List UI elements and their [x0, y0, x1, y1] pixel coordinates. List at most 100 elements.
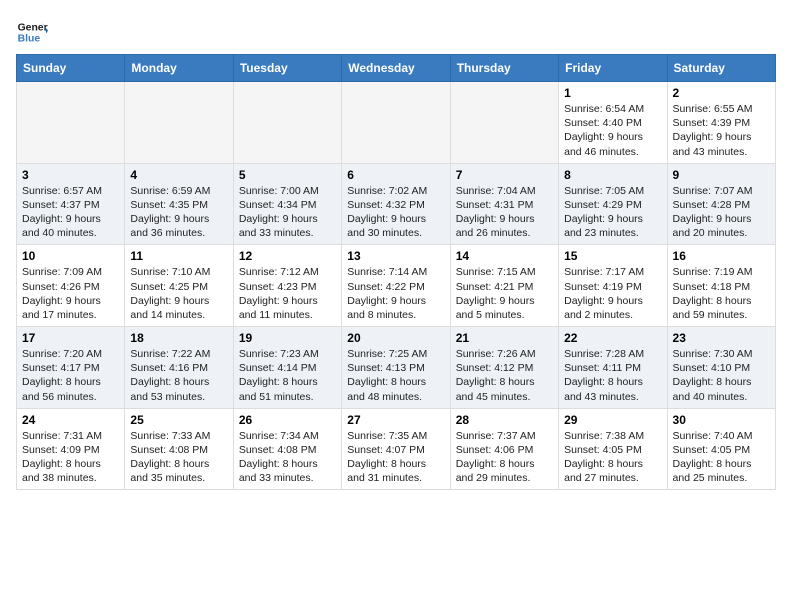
day-number: 1	[564, 86, 661, 100]
day-number: 8	[564, 168, 661, 182]
weekday-header-friday: Friday	[559, 55, 667, 82]
logo: General Blue	[16, 16, 52, 48]
day-info: Sunrise: 7:19 AM Sunset: 4:18 PM Dayligh…	[673, 265, 770, 322]
day-cell: 10 Sunrise: 7:09 AM Sunset: 4:26 PM Dayli…	[17, 245, 125, 327]
day-info: Sunrise: 7:10 AM Sunset: 4:25 PM Dayligh…	[130, 265, 227, 322]
day-number: 19	[239, 331, 336, 345]
day-info: Sunrise: 7:04 AM Sunset: 4:31 PM Dayligh…	[456, 184, 553, 241]
day-cell	[450, 82, 558, 164]
day-cell: 9 Sunrise: 7:07 AM Sunset: 4:28 PM Daylig…	[667, 163, 775, 245]
day-number: 15	[564, 249, 661, 263]
day-number: 3	[22, 168, 119, 182]
day-info: Sunrise: 7:28 AM Sunset: 4:11 PM Dayligh…	[564, 347, 661, 404]
day-cell: 19 Sunrise: 7:23 AM Sunset: 4:14 PM Dayli…	[233, 327, 341, 409]
day-cell: 4 Sunrise: 6:59 AM Sunset: 4:35 PM Daylig…	[125, 163, 233, 245]
week-row-4: 17 Sunrise: 7:20 AM Sunset: 4:17 PM Dayli…	[17, 327, 776, 409]
day-cell	[342, 82, 450, 164]
day-cell: 27 Sunrise: 7:35 AM Sunset: 4:07 PM Dayli…	[342, 408, 450, 490]
day-info: Sunrise: 6:57 AM Sunset: 4:37 PM Dayligh…	[22, 184, 119, 241]
day-cell: 2 Sunrise: 6:55 AM Sunset: 4:39 PM Daylig…	[667, 82, 775, 164]
day-info: Sunrise: 7:22 AM Sunset: 4:16 PM Dayligh…	[130, 347, 227, 404]
weekday-header-monday: Monday	[125, 55, 233, 82]
day-cell	[125, 82, 233, 164]
day-number: 14	[456, 249, 553, 263]
day-number: 4	[130, 168, 227, 182]
day-cell: 13 Sunrise: 7:14 AM Sunset: 4:22 PM Dayli…	[342, 245, 450, 327]
day-info: Sunrise: 7:23 AM Sunset: 4:14 PM Dayligh…	[239, 347, 336, 404]
day-info: Sunrise: 7:35 AM Sunset: 4:07 PM Dayligh…	[347, 429, 444, 486]
day-number: 26	[239, 413, 336, 427]
day-info: Sunrise: 7:17 AM Sunset: 4:19 PM Dayligh…	[564, 265, 661, 322]
day-cell: 25 Sunrise: 7:33 AM Sunset: 4:08 PM Dayli…	[125, 408, 233, 490]
day-info: Sunrise: 6:59 AM Sunset: 4:35 PM Dayligh…	[130, 184, 227, 241]
day-number: 20	[347, 331, 444, 345]
day-cell: 8 Sunrise: 7:05 AM Sunset: 4:29 PM Daylig…	[559, 163, 667, 245]
day-number: 30	[673, 413, 770, 427]
day-info: Sunrise: 7:26 AM Sunset: 4:12 PM Dayligh…	[456, 347, 553, 404]
day-cell: 6Sunrise: 7:02 AM Sunset: 4:32 PM Daylig…	[342, 163, 450, 245]
day-info: Sunrise: 7:02 AM Sunset: 4:32 PM Dayligh…	[347, 184, 444, 241]
day-number: 13	[347, 249, 444, 263]
day-cell: 18 Sunrise: 7:22 AM Sunset: 4:16 PM Dayli…	[125, 327, 233, 409]
day-number: 2	[673, 86, 770, 100]
day-number: 11	[130, 249, 227, 263]
day-number: 18	[130, 331, 227, 345]
day-number: 22	[564, 331, 661, 345]
day-number: 29	[564, 413, 661, 427]
svg-text:Blue: Blue	[18, 34, 41, 45]
weekday-header-sunday: Sunday	[17, 55, 125, 82]
day-number: 27	[347, 413, 444, 427]
day-cell: 15 Sunrise: 7:17 AM Sunset: 4:19 PM Dayli…	[559, 245, 667, 327]
day-info: Sunrise: 7:14 AM Sunset: 4:22 PM Dayligh…	[347, 265, 444, 322]
day-cell: 29 Sunrise: 7:38 AM Sunset: 4:05 PM Dayli…	[559, 408, 667, 490]
page-header: General Blue	[16, 16, 776, 48]
day-number: 17	[22, 331, 119, 345]
day-cell: 22 Sunrise: 7:28 AM Sunset: 4:11 PM Dayli…	[559, 327, 667, 409]
day-info: Sunrise: 7:00 AM Sunset: 4:34 PM Dayligh…	[239, 184, 336, 241]
day-number: 12	[239, 249, 336, 263]
day-cell: 3 Sunrise: 6:57 AM Sunset: 4:37 PM Daylig…	[17, 163, 125, 245]
day-number: 7	[456, 168, 553, 182]
day-info: Sunrise: 7:12 AM Sunset: 4:23 PM Dayligh…	[239, 265, 336, 322]
weekday-header-wednesday: Wednesday	[342, 55, 450, 82]
weekday-header-thursday: Thursday	[450, 55, 558, 82]
day-number: 25	[130, 413, 227, 427]
day-number: 23	[673, 331, 770, 345]
day-info: Sunrise: 7:38 AM Sunset: 4:05 PM Dayligh…	[564, 429, 661, 486]
day-number: 10	[22, 249, 119, 263]
day-cell: 12 Sunrise: 7:12 AM Sunset: 4:23 PM Dayli…	[233, 245, 341, 327]
day-info: Sunrise: 7:07 AM Sunset: 4:28 PM Dayligh…	[673, 184, 770, 241]
day-info: Sunrise: 6:54 AM Sunset: 4:40 PM Dayligh…	[564, 102, 661, 159]
day-cell: 17 Sunrise: 7:20 AM Sunset: 4:17 PM Dayli…	[17, 327, 125, 409]
day-number: 28	[456, 413, 553, 427]
day-info: Sunrise: 7:31 AM Sunset: 4:09 PM Dayligh…	[22, 429, 119, 486]
day-info: Sunrise: 7:20 AM Sunset: 4:17 PM Dayligh…	[22, 347, 119, 404]
day-info: Sunrise: 7:34 AM Sunset: 4:08 PM Dayligh…	[239, 429, 336, 486]
day-number: 16	[673, 249, 770, 263]
day-info: Sunrise: 7:15 AM Sunset: 4:21 PM Dayligh…	[456, 265, 553, 322]
day-cell: 14 Sunrise: 7:15 AM Sunset: 4:21 PM Dayli…	[450, 245, 558, 327]
day-cell: 16 Sunrise: 7:19 AM Sunset: 4:18 PM Dayli…	[667, 245, 775, 327]
day-cell: 30 Sunrise: 7:40 AM Sunset: 4:05 PM Dayli…	[667, 408, 775, 490]
day-number: 9	[673, 168, 770, 182]
day-info: Sunrise: 7:30 AM Sunset: 4:10 PM Dayligh…	[673, 347, 770, 404]
day-cell: 7 Sunrise: 7:04 AM Sunset: 4:31 PM Daylig…	[450, 163, 558, 245]
week-row-5: 24 Sunrise: 7:31 AM Sunset: 4:09 PM Dayli…	[17, 408, 776, 490]
day-cell: 26 Sunrise: 7:34 AM Sunset: 4:08 PM Dayli…	[233, 408, 341, 490]
day-info: Sunrise: 6:55 AM Sunset: 4:39 PM Dayligh…	[673, 102, 770, 159]
week-row-2: 3 Sunrise: 6:57 AM Sunset: 4:37 PM Daylig…	[17, 163, 776, 245]
day-info: Sunrise: 7:40 AM Sunset: 4:05 PM Dayligh…	[673, 429, 770, 486]
day-cell: 21Sunrise: 7:26 AM Sunset: 4:12 PM Dayli…	[450, 327, 558, 409]
day-info: Sunrise: 7:33 AM Sunset: 4:08 PM Dayligh…	[130, 429, 227, 486]
day-info: Sunrise: 7:09 AM Sunset: 4:26 PM Dayligh…	[22, 265, 119, 322]
day-info: Sunrise: 7:37 AM Sunset: 4:06 PM Dayligh…	[456, 429, 553, 486]
day-cell: 28 Sunrise: 7:37 AM Sunset: 4:06 PM Dayli…	[450, 408, 558, 490]
day-info: Sunrise: 7:05 AM Sunset: 4:29 PM Dayligh…	[564, 184, 661, 241]
day-cell: 1 Sunrise: 6:54 AM Sunset: 4:40 PM Daylig…	[559, 82, 667, 164]
day-cell: 24 Sunrise: 7:31 AM Sunset: 4:09 PM Dayli…	[17, 408, 125, 490]
svg-text:General: General	[18, 22, 48, 33]
logo-icon: General Blue	[16, 16, 48, 48]
day-number: 5	[239, 168, 336, 182]
day-number: 24	[22, 413, 119, 427]
day-cell: 5 Sunrise: 7:00 AM Sunset: 4:34 PM Daylig…	[233, 163, 341, 245]
